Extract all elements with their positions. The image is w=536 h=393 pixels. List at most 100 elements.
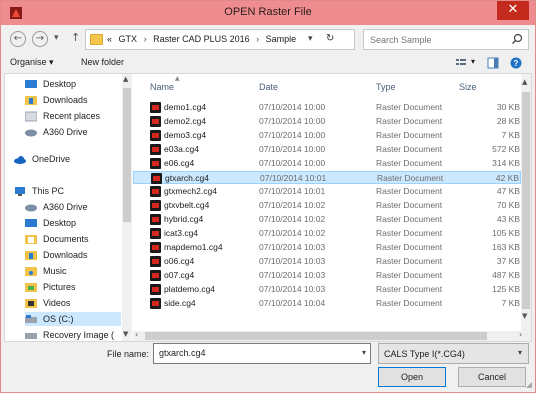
nav-item-label: Recent places xyxy=(43,111,101,121)
nav-item-desktop[interactable]: Desktop xyxy=(25,216,76,230)
table-row[interactable]: platdemo.cg4 07/10/2014 10:03 Raster Doc… xyxy=(133,283,521,296)
file-size-cell: 314 KB xyxy=(492,158,520,168)
file-name-dropdown-button[interactable]: ▾ xyxy=(362,348,366,357)
column-header-date[interactable]: Date xyxy=(259,82,278,92)
resize-grip[interactable]: ◢ xyxy=(526,380,532,389)
file-date-cell: 07/10/2014 10:00 xyxy=(259,116,326,126)
file-date-cell: 07/10/2014 10:00 xyxy=(259,158,326,168)
raster-file-icon xyxy=(150,130,161,141)
table-row[interactable]: demo1.cg4 07/10/2014 10:00 Raster Docume… xyxy=(133,101,521,114)
desktop-icon xyxy=(25,218,37,227)
nav-item-videos[interactable]: Videos xyxy=(25,296,70,310)
help-icon[interactable]: ? xyxy=(510,57,522,69)
title-bar[interactable]: OPEN Raster File ✕ xyxy=(1,1,535,25)
refresh-button[interactable]: ↻ xyxy=(326,33,334,44)
forward-button[interactable]: → xyxy=(32,31,48,47)
table-row[interactable]: icat3.cg4 07/10/2014 10:02 Raster Docume… xyxy=(133,227,521,240)
table-row[interactable]: hybrid.cg4 07/10/2014 10:02 Raster Docum… xyxy=(133,213,521,226)
preview-pane-icon[interactable] xyxy=(487,57,499,69)
nav-item-recovery-image[interactable]: Recovery Image ( xyxy=(25,328,114,341)
table-row[interactable]: o06.cg4 07/10/2014 10:03 Raster Document… xyxy=(133,255,521,268)
address-bar[interactable]: « GTX › Raster CAD PLUS 2016 › Sample ▾ … xyxy=(85,29,355,50)
scrollbar-thumb[interactable] xyxy=(145,332,487,340)
table-row[interactable]: o07.cg4 07/10/2014 10:03 Raster Document… xyxy=(133,269,521,282)
nav-item-music[interactable]: Music xyxy=(25,264,67,278)
nav-item-pictures[interactable]: Pictures xyxy=(25,280,76,294)
recent-locations-button[interactable]: ▾ xyxy=(54,33,59,43)
table-row[interactable]: mapdemo1.cg4 07/10/2014 10:03 Raster Doc… xyxy=(133,241,521,254)
table-row[interactable]: demo3.cg4 07/10/2014 10:00 Raster Docume… xyxy=(133,129,521,142)
scrollbar-thumb[interactable] xyxy=(123,88,131,222)
file-name-field[interactable]: ▾ xyxy=(153,343,371,364)
back-button[interactable]: ← xyxy=(10,31,26,47)
breadcrumb-raster-cad-plus[interactable]: Raster CAD PLUS 2016 xyxy=(153,34,250,44)
scroll-down-arrow[interactable]: ▼ xyxy=(522,312,527,320)
column-header-name[interactable]: Name xyxy=(150,82,174,92)
view-menu-button[interactable]: ▾ xyxy=(471,57,475,66)
breadcrumb-separator: › xyxy=(256,34,260,44)
nav-item-downloads[interactable]: Downloads xyxy=(25,248,88,262)
nav-item-label: Videos xyxy=(43,298,71,308)
scroll-left-arrow[interactable]: ‹ xyxy=(135,330,138,339)
breadcrumb-gtx[interactable]: GTX xyxy=(119,34,138,44)
breadcrumb-sample[interactable]: Sample xyxy=(266,34,297,44)
table-row[interactable]: demo2.cg4 07/10/2014 10:00 Raster Docume… xyxy=(133,115,521,128)
open-button[interactable]: Open xyxy=(378,367,446,387)
table-row[interactable]: e03a.cg4 07/10/2014 10:00 Raster Documen… xyxy=(133,143,521,156)
view-icon[interactable] xyxy=(455,57,467,69)
nav-scrollbar[interactable]: ▲ ▼ xyxy=(122,74,132,341)
drive-icon xyxy=(25,314,37,323)
scroll-up-arrow[interactable]: ▲ xyxy=(522,78,527,86)
up-button[interactable]: ↑ xyxy=(71,31,80,44)
nav-item-a360-drive[interactable]: A360 Drive xyxy=(25,125,88,139)
a360-drive-icon xyxy=(25,129,37,136)
file-name-cell: o07.cg4 xyxy=(164,270,195,280)
scroll-down-arrow[interactable]: ▼ xyxy=(123,330,128,338)
breadcrumb-overflow[interactable]: « xyxy=(107,34,112,44)
column-header-type[interactable]: Type xyxy=(376,82,396,92)
search-box[interactable] xyxy=(363,29,529,50)
nav-item-recent-places[interactable]: Recent places xyxy=(25,109,100,123)
table-row[interactable]: gtxmech2.cg4 07/10/2014 10:01 Raster Doc… xyxy=(133,185,521,198)
nav-item-label: Downloads xyxy=(43,250,88,260)
nav-item-downloads[interactable]: Downloads xyxy=(25,93,88,107)
file-type-cell: Raster Document xyxy=(376,200,443,210)
file-list-horizontal-scrollbar[interactable]: ‹ › xyxy=(133,330,531,341)
address-row: ← → ▾ ↑ « GTX › Raster CAD PLUS 2016 › S… xyxy=(1,25,535,55)
file-name-input[interactable] xyxy=(159,348,349,358)
table-row[interactable]: e06.cg4 07/10/2014 10:00 Raster Document… xyxy=(133,157,521,170)
nav-item-label: Documents xyxy=(43,234,89,244)
file-name-cell: mapdemo1.cg4 xyxy=(164,242,223,252)
table-row-selected[interactable]: gtxarch.cg4 07/10/2014 10:01 Raster Docu… xyxy=(133,171,521,184)
file-type-cell: Raster Document xyxy=(376,144,443,154)
address-dropdown-button[interactable]: ▾ xyxy=(308,34,313,44)
nav-item-onedrive[interactable]: OneDrive xyxy=(14,152,70,166)
nav-item-a360-drive[interactable]: A360 Drive xyxy=(25,200,88,214)
file-size-cell: 70 KB xyxy=(496,200,520,210)
close-button[interactable]: ✕ xyxy=(497,1,529,20)
search-input[interactable] xyxy=(370,33,500,46)
file-date-cell: 07/10/2014 10:01 xyxy=(259,186,326,196)
file-name-cell: e06.cg4 xyxy=(164,158,195,168)
scroll-up-arrow[interactable]: ▲ xyxy=(123,75,128,83)
scrollbar-thumb[interactable] xyxy=(522,92,530,309)
raster-file-icon xyxy=(151,173,162,184)
file-size-cell: 163 KB xyxy=(492,242,520,252)
nav-item-desktop[interactable]: Desktop xyxy=(25,77,76,91)
file-type-cell: Raster Document xyxy=(376,116,443,126)
search-icon[interactable] xyxy=(511,33,523,45)
organise-menu[interactable]: Organise ▾ xyxy=(10,57,54,68)
table-row[interactable]: gtxvbelt.cg4 07/10/2014 10:02 Raster Doc… xyxy=(133,199,521,212)
file-type-cell: Raster Document xyxy=(376,130,443,140)
file-list-vertical-scrollbar[interactable]: ▲ ▼ xyxy=(521,74,531,331)
nav-item-documents[interactable]: Documents xyxy=(25,232,89,246)
table-row[interactable]: side.cg4 07/10/2014 10:04 Raster Documen… xyxy=(133,297,521,310)
file-type-select[interactable]: CALS Type I(*.CG4) ▾ xyxy=(378,343,529,364)
this-pc-icon xyxy=(15,186,25,196)
nav-item-os-c[interactable]: OS (C:) xyxy=(25,312,121,326)
nav-item-this-pc[interactable]: This PC xyxy=(14,184,64,198)
new-folder-button[interactable]: New folder xyxy=(81,57,124,67)
cancel-button[interactable]: Cancel xyxy=(458,367,526,387)
scroll-right-arrow[interactable]: › xyxy=(519,330,522,339)
column-header-size[interactable]: Size xyxy=(459,82,477,92)
